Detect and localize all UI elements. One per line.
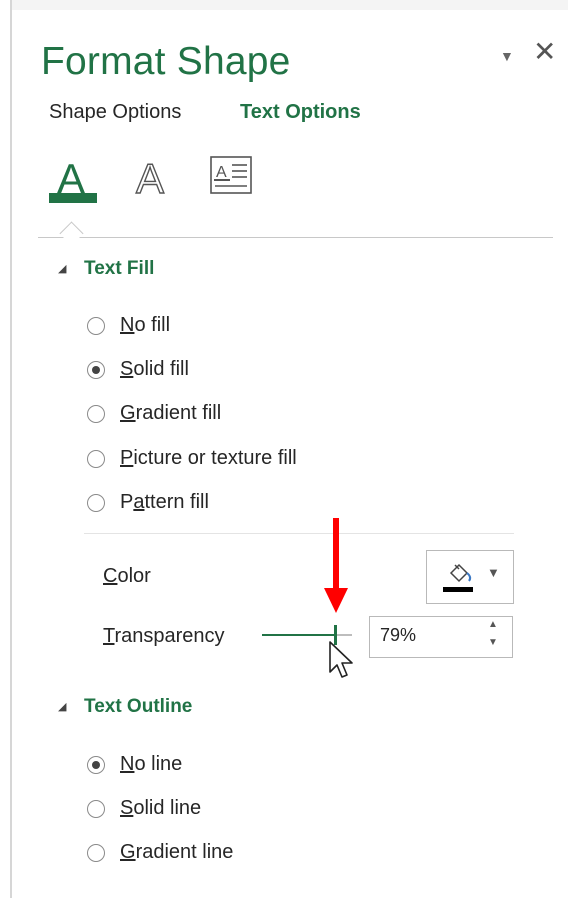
section-divider	[38, 237, 553, 238]
slider-track-remaining	[336, 634, 352, 636]
tab-shape-options[interactable]: Shape Options	[49, 101, 181, 124]
collapse-triangle-icon[interactable]: ◢	[58, 262, 66, 275]
radio-label: No fill	[120, 314, 171, 336]
textbox-icon[interactable]: A	[209, 155, 255, 209]
annotation-arrow-head	[324, 588, 348, 613]
spin-down-icon[interactable]: ▼	[488, 637, 498, 648]
text-fill-heading[interactable]: Text Fill	[84, 258, 154, 280]
triangle-down-icon[interactable]: ▼	[500, 48, 514, 64]
radio-selected-dot	[92, 366, 100, 374]
radio-button[interactable]	[87, 317, 105, 335]
radio-label: Gradient line	[120, 841, 234, 863]
radio-button[interactable]	[87, 844, 105, 862]
radio-label: Pattern fill	[120, 491, 209, 513]
selection-notch	[59, 221, 84, 246]
pane-top-edge	[10, 0, 568, 10]
radio-button[interactable]	[87, 450, 105, 468]
format-shape-pane: Format Shape ▼ ✕ Shape Options Text Opti…	[0, 0, 568, 898]
color-picker-button[interactable]: ▼	[426, 550, 514, 604]
subsection-divider	[84, 533, 514, 534]
textbox-svg: A	[210, 156, 252, 194]
selected-indicator	[49, 193, 97, 203]
radio-button[interactable]	[87, 405, 105, 423]
radio-button[interactable]	[87, 361, 105, 379]
chevron-down-icon[interactable]: ▼	[487, 565, 500, 580]
spin-up-icon[interactable]: ▲	[488, 619, 498, 630]
text-fill-outline-icon[interactable]: A	[49, 155, 99, 209]
radio-label: Solid line	[120, 797, 202, 819]
pane-left-border	[10, 0, 12, 898]
transparency-slider[interactable]	[262, 634, 352, 636]
close-icon[interactable]: ✕	[533, 38, 556, 66]
radio-selected-dot	[92, 761, 100, 769]
current-color-swatch	[443, 587, 473, 592]
tab-text-options[interactable]: Text Options	[240, 101, 361, 124]
annotation-arrow-shaft	[333, 518, 339, 592]
mouse-cursor-icon	[329, 641, 353, 678]
text-outline-heading[interactable]: Text Outline	[84, 696, 192, 718]
text-effects-letter: A	[135, 154, 165, 202]
transparency-spinner[interactable]: 79% ▲ ▼	[369, 616, 513, 658]
radio-label: Picture or texture fill	[120, 447, 297, 469]
radio-label: Solid fill	[120, 358, 189, 380]
text-effects-icon[interactable]: A	[132, 154, 172, 209]
pane-title: Format Shape	[41, 40, 291, 83]
radio-button[interactable]	[87, 800, 105, 818]
radio-button[interactable]	[87, 756, 105, 774]
transparency-label: Transparency	[103, 625, 225, 647]
paint-bucket-icon	[449, 563, 472, 583]
svg-text:A: A	[216, 164, 227, 181]
radio-button[interactable]	[87, 494, 105, 512]
transparency-value[interactable]: 79%	[380, 625, 416, 646]
color-label: Color	[103, 565, 151, 587]
radio-label: No line	[120, 753, 183, 775]
collapse-triangle-icon[interactable]: ◢	[58, 700, 66, 713]
radio-label: Gradient fill	[120, 402, 222, 424]
